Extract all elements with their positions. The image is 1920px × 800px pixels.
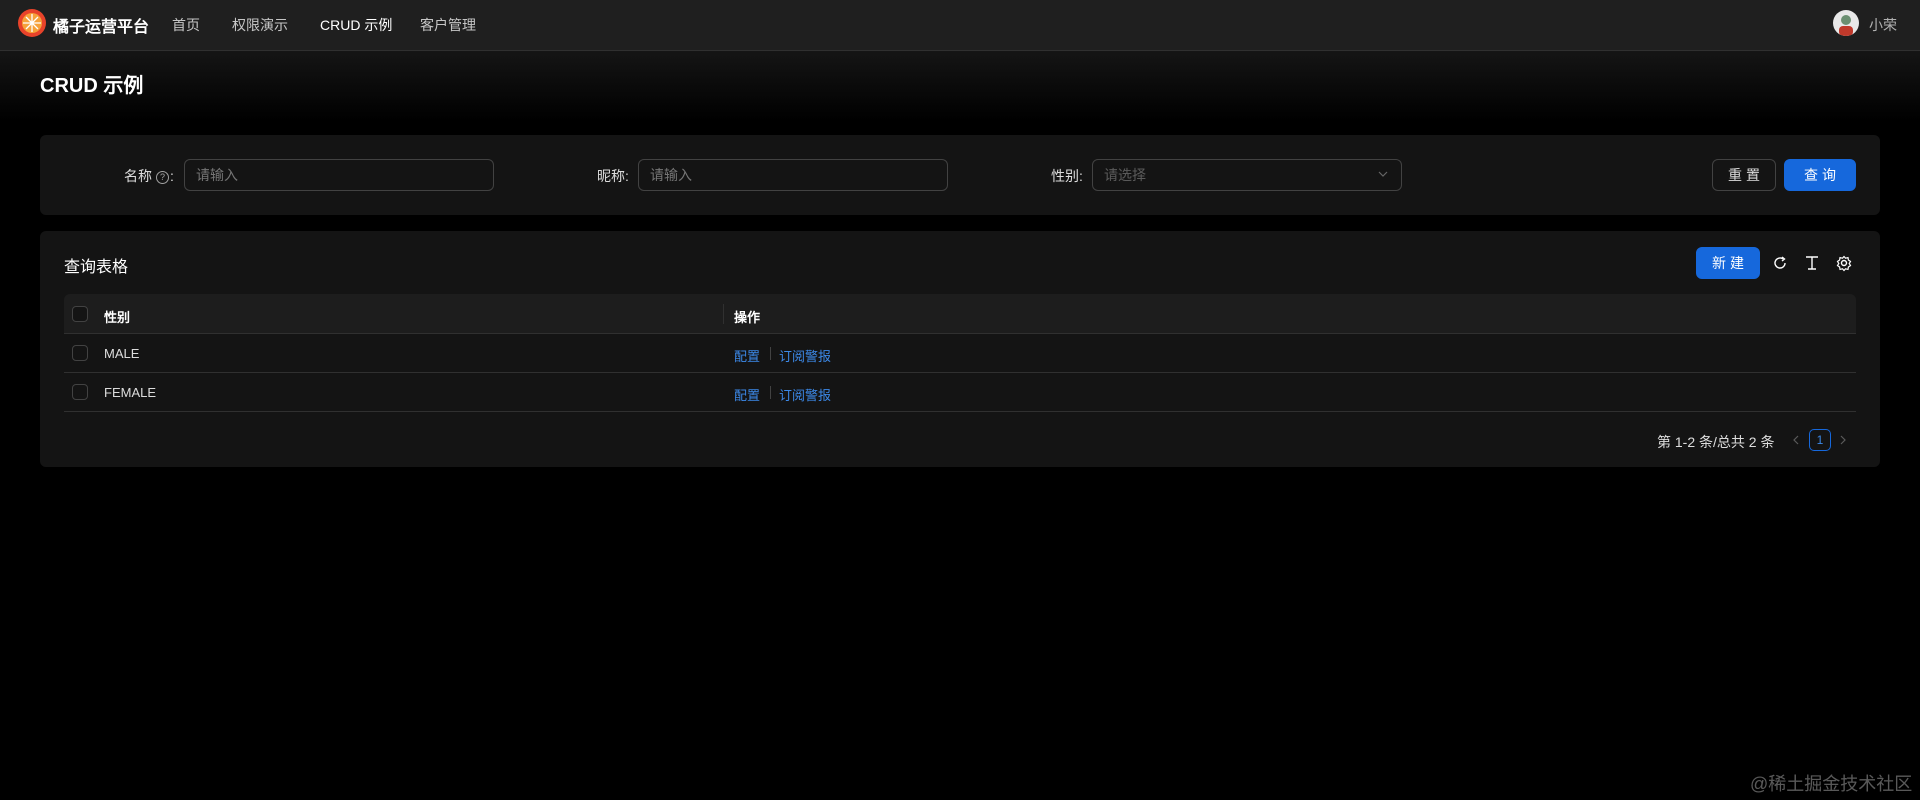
page-title: CRUD 示例: [40, 75, 144, 97]
column-divider: [723, 304, 724, 324]
column-header-gender[interactable]: 性别: [104, 307, 130, 326]
help-icon[interactable]: ?: [156, 171, 169, 184]
nav-item-customer[interactable]: 客户管理: [420, 15, 476, 35]
setting-icon[interactable]: [1835, 254, 1853, 272]
nickname-input[interactable]: [638, 159, 948, 191]
new-button[interactable]: 新建: [1696, 247, 1760, 279]
pagination-page-1[interactable]: 1: [1809, 429, 1831, 451]
name-label: 名称?:: [124, 168, 174, 184]
row-checkbox[interactable]: [72, 345, 88, 361]
username[interactable]: 小荣: [1869, 15, 1897, 35]
top-nav: 橘子运营平台 首页 权限演示 CRUD 示例 客户管理 小荣: [0, 0, 1920, 51]
avatar-icon[interactable]: [1833, 10, 1859, 36]
column-height-icon[interactable]: [1803, 254, 1821, 272]
nav-item-home[interactable]: 首页: [172, 15, 200, 35]
gender-cell: MALE: [104, 346, 140, 361]
gender-select[interactable]: 请选择: [1092, 159, 1402, 191]
subscribe-alert-link[interactable]: 订阅警报: [779, 346, 831, 365]
page-header: [0, 51, 1920, 121]
table-title: 查询表格: [64, 259, 129, 276]
gender-label: 性别:: [1051, 168, 1083, 184]
logo-icon[interactable]: [17, 8, 47, 38]
gender-cell: FEMALE: [104, 385, 157, 400]
name-input[interactable]: [184, 159, 494, 191]
reload-icon[interactable]: [1771, 254, 1789, 272]
row-checkbox[interactable]: [72, 384, 88, 400]
column-header-actions: 操作: [734, 310, 761, 325]
query-button[interactable]: 查询: [1784, 159, 1856, 191]
chevron-down-icon: [1378, 171, 1388, 177]
nickname-label: 昵称:: [597, 168, 629, 184]
link-divider: [770, 347, 771, 360]
pagination-total: 第 1-2 条/总共 2 条: [1657, 434, 1775, 450]
table-row: [64, 334, 1856, 373]
right-icon[interactable]: [1836, 433, 1850, 447]
configure-link[interactable]: 配置: [734, 346, 760, 365]
subscribe-alert-link[interactable]: 订阅警报: [779, 385, 831, 404]
reset-button[interactable]: 重置: [1712, 159, 1776, 191]
link-divider: [770, 386, 771, 399]
watermark: @稀土掘金技术社区: [1750, 774, 1913, 794]
left-icon[interactable]: [1789, 433, 1803, 447]
brand-name[interactable]: 橘子运营平台: [53, 13, 149, 37]
table-row: [64, 373, 1856, 412]
configure-link[interactable]: 配置: [734, 385, 760, 404]
select-all-checkbox[interactable]: [72, 306, 88, 322]
table-header: [64, 294, 1856, 334]
nav-item-crud[interactable]: CRUD 示例: [320, 15, 392, 35]
nav-item-permission[interactable]: 权限演示: [232, 15, 288, 35]
